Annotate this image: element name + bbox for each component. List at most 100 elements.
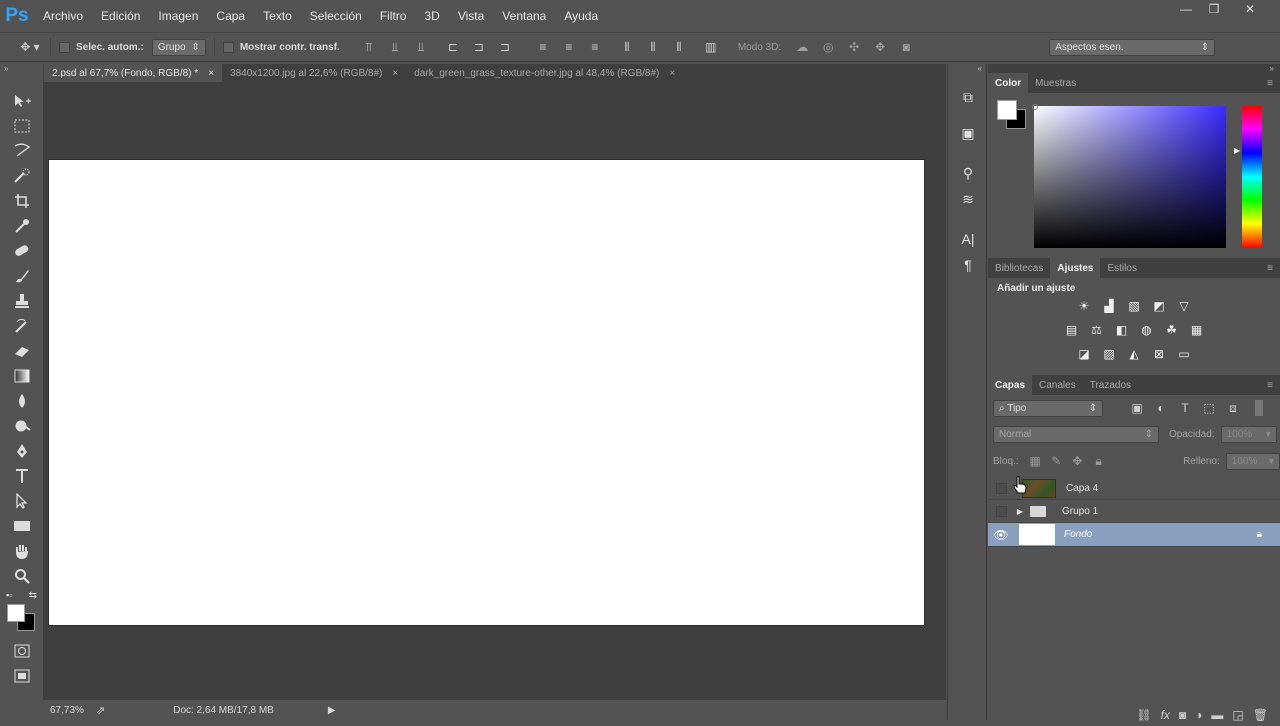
align-vcenter-icon[interactable]: ⫫: [382, 40, 408, 55]
tab-ajustes[interactable]: Ajustes: [1050, 258, 1101, 278]
orbit-3d-icon[interactable]: ☁: [789, 40, 815, 54]
path-selection-tool[interactable]: [0, 488, 44, 513]
invert-icon[interactable]: ◪: [1075, 346, 1094, 362]
fill-field[interactable]: 100% ▾: [1225, 452, 1280, 470]
menu-ayuda[interactable]: Ayuda: [555, 0, 607, 32]
brush-tool[interactable]: [0, 263, 44, 288]
color-lookup-icon[interactable]: ▦: [1187, 322, 1206, 338]
auto-select-checkbox[interactable]: [59, 41, 70, 53]
toolbar-collapse-icon[interactable]: »: [4, 64, 8, 73]
paragraph-panel-icon[interactable]: ¶: [948, 252, 988, 278]
align-right-icon[interactable]: ⊐: [492, 40, 518, 54]
panels-collapse-icon[interactable]: »: [988, 64, 1280, 73]
tab-document-3840x1200[interactable]: 3840x1200.jpg al 22,6% (RGB/8#) ×: [222, 64, 406, 82]
gradient-map-icon[interactable]: ▭: [1175, 346, 1194, 362]
align-bottom-icon[interactable]: ⫫: [408, 40, 434, 55]
lock-all-icon[interactable]: 🔒︎: [1088, 454, 1109, 469]
menu-filtro[interactable]: Filtro: [371, 0, 416, 32]
color-picker-marker-icon[interactable]: [1032, 104, 1038, 110]
lock-image-icon[interactable]: ✎: [1046, 454, 1067, 468]
eye-icon[interactable]: 👁︎: [988, 528, 1014, 542]
menu-vista[interactable]: Vista: [449, 0, 493, 32]
history-brush-tool[interactable]: [0, 313, 44, 338]
black-white-icon[interactable]: ◧: [1112, 322, 1131, 338]
eyedropper-tool[interactable]: [0, 213, 44, 238]
screen-mode-icon[interactable]: [0, 663, 44, 688]
move-tool[interactable]: [0, 88, 44, 113]
panel-menu-icon[interactable]: ≡: [1260, 258, 1280, 278]
auto-select-dropdown[interactable]: Grupo ⇕: [151, 38, 206, 56]
filter-toggle[interactable]: [1255, 400, 1263, 416]
rectangle-tool[interactable]: [0, 513, 44, 538]
tab-close-icon[interactable]: ×: [208, 68, 214, 79]
move-tool-preset-icon[interactable]: ✥ ▾: [10, 40, 50, 54]
distribute-top-icon[interactable]: ≡: [530, 40, 556, 54]
align-top-icon[interactable]: ⫪: [356, 40, 382, 55]
color-fg-swatch[interactable]: [997, 100, 1017, 120]
hue-slider-arrow-icon[interactable]: ▶: [1234, 146, 1240, 155]
pen-tool[interactable]: [0, 438, 44, 463]
distribute-right-icon[interactable]: ⫴: [666, 40, 692, 55]
menu-imagen[interactable]: Imagen: [149, 0, 207, 32]
character-panel-icon[interactable]: A|: [948, 226, 988, 252]
layer-grupo-1[interactable]: ▶ Grupo 1: [988, 500, 1280, 523]
lock-position-icon[interactable]: ✥: [1067, 454, 1088, 468]
levels-icon[interactable]: ▟: [1100, 298, 1119, 314]
export-icon[interactable]: ⇗: [96, 704, 105, 717]
marquee-tool[interactable]: [0, 113, 44, 138]
tab-muestras[interactable]: Muestras: [1028, 73, 1083, 93]
slide-3d-icon[interactable]: ✥: [867, 40, 893, 54]
properties-panel-icon[interactable]: ▣: [948, 120, 988, 146]
panel-menu-icon[interactable]: ≡: [1260, 375, 1280, 395]
lasso-tool[interactable]: [0, 138, 44, 163]
zoom-level[interactable]: 67,73%: [50, 705, 90, 716]
vibrance-icon[interactable]: ▽: [1175, 298, 1194, 314]
filter-pixel-icon[interactable]: ▣: [1125, 401, 1149, 415]
layer-name[interactable]: Capa 4: [1066, 483, 1098, 494]
tab-document-grass-texture[interactable]: dark_green_grass_texture-other.jpg al 48…: [406, 64, 683, 82]
exposure-icon[interactable]: ◩: [1150, 298, 1169, 314]
opacity-field[interactable]: 100% ▾: [1220, 426, 1277, 443]
tab-capas[interactable]: Capas: [988, 375, 1033, 395]
posterize-icon[interactable]: ▨: [1100, 346, 1119, 362]
dodge-tool[interactable]: [0, 413, 44, 438]
channel-mixer-icon[interactable]: ☘: [1162, 322, 1181, 338]
menu-capa[interactable]: Capa: [207, 0, 254, 32]
menu-edicion[interactable]: Edición: [92, 0, 149, 32]
hue-saturation-icon[interactable]: ▤: [1062, 322, 1081, 338]
clone-stamp-tool[interactable]: [0, 288, 44, 313]
layer-visibility-toggle[interactable]: [988, 482, 1014, 494]
color-balance-icon[interactable]: ⚖: [1087, 322, 1106, 338]
type-tool[interactable]: [0, 463, 44, 488]
layer-name[interactable]: Fondo: [1064, 529, 1092, 540]
show-transform-checkbox[interactable]: [222, 41, 234, 53]
layer-filter-dropdown[interactable]: ⌕ Tipo ⇕: [993, 399, 1103, 417]
align-left-icon[interactable]: ⊏: [440, 40, 466, 54]
pan-3d-icon[interactable]: ✣: [841, 40, 867, 54]
menu-archivo[interactable]: Archivo: [34, 0, 92, 32]
distribute-bottom-icon[interactable]: ≡: [582, 40, 608, 54]
menu-3d[interactable]: 3D: [415, 0, 448, 32]
history-panel-icon[interactable]: ⧉: [948, 84, 988, 110]
filter-type-icon[interactable]: T: [1173, 401, 1197, 415]
healing-brush-tool[interactable]: [0, 238, 44, 263]
crop-tool[interactable]: [0, 188, 44, 213]
menu-ventana[interactable]: Ventana: [493, 0, 555, 32]
group-expand-icon[interactable]: ▶: [1014, 507, 1026, 516]
zoom-tool[interactable]: [0, 563, 44, 588]
layer-capa-4[interactable]: Capa 4: [988, 477, 1280, 500]
filter-shape-icon[interactable]: ⬚: [1197, 401, 1221, 415]
document-canvas[interactable]: [49, 160, 924, 625]
filter-adjustment-icon[interactable]: ◐: [1149, 401, 1173, 415]
lock-transparent-icon[interactable]: ▦: [1025, 454, 1046, 468]
swap-colors-icon[interactable]: ⇆: [29, 590, 37, 604]
menu-seleccion[interactable]: Selección: [301, 0, 371, 32]
hue-slider[interactable]: [1242, 106, 1262, 248]
blend-mode-dropdown[interactable]: Normal ⇕: [993, 426, 1159, 443]
layer-name[interactable]: Grupo 1: [1062, 506, 1098, 517]
workspace-dropdown[interactable]: Aspectos esen. ⇕: [1049, 38, 1216, 56]
tab-close-icon[interactable]: ×: [669, 68, 675, 79]
foreground-color-swatch[interactable]: [7, 604, 25, 622]
status-menu-arrow-icon[interactable]: ▶: [328, 705, 336, 716]
tab-estilos[interactable]: Estilos: [1100, 258, 1143, 278]
